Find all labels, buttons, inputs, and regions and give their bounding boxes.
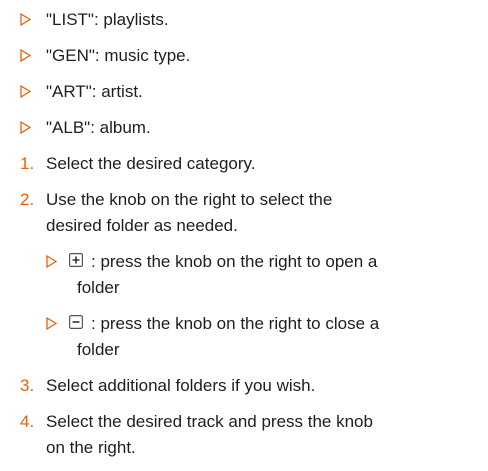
step-4: 4. Select the desired track and press th… [20,410,373,434]
bullet-item-alb: "ALB": album. [20,116,151,140]
sub-bullet-text-continuation: folder [77,278,120,297]
minus-box-icon [69,315,83,329]
bullet-text: "ART": artist. [46,82,143,101]
step-text-continuation: desired folder as needed. [46,216,238,235]
step-text-continuation: on the right. [46,438,136,457]
triangle-bullet-icon [46,317,57,330]
step-number: 1. [20,154,35,173]
step-text: Select the desired category. [46,154,256,173]
step-number: 3. [20,376,35,395]
step-text: Select additional folders if you wish. [46,376,316,395]
bullet-item-art: "ART": artist. [20,80,143,104]
step-text: Use the knob on the right to select the [46,190,333,209]
triangle-bullet-icon [20,13,31,26]
step-number: 4. [20,412,35,431]
step-3: 3. Select additional folders if you wish… [20,374,315,398]
bullet-item-list: "LIST": playlists. [20,8,169,32]
bullet-item-gen: "GEN": music type. [20,44,190,68]
step-1: 1. Select the desired category. [20,152,255,176]
triangle-bullet-icon [20,85,31,98]
bullet-text: "ALB": album. [46,118,151,137]
bullet-text: "GEN": music type. [46,46,191,65]
plus-box-icon [69,253,83,267]
step-2: 2. Use the knob on the right to select t… [20,188,332,212]
sub-bullet-open-folder: : press the knob on the right to open a [46,250,377,274]
step-number: 2. [20,190,35,209]
sub-bullet-text-continuation: folder [77,340,120,359]
bullet-text: "LIST": playlists. [46,10,169,29]
triangle-bullet-icon [20,49,31,62]
step-text: Select the desired track and press the k… [46,412,373,431]
triangle-bullet-icon [20,121,31,134]
sub-bullet-close-folder: : press the knob on the right to close a [46,312,379,336]
manual-page: "LIST": playlists. "GEN": music type. "A… [0,0,488,471]
sub-bullet-text: : press the knob on the right to close a [91,314,380,333]
triangle-bullet-icon [46,255,57,268]
sub-bullet-text: : press the knob on the right to open a [91,252,378,271]
